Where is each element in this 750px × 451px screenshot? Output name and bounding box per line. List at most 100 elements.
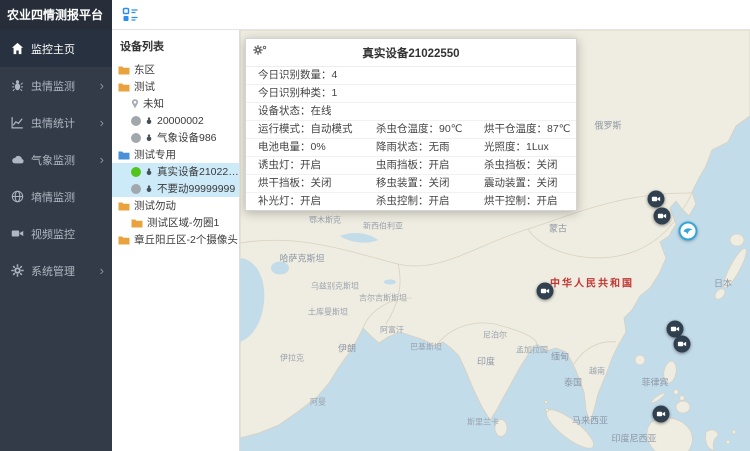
sidebar-item-label: 气象监测 (31, 152, 75, 168)
tree-device-item[interactable]: 气象设备986 (112, 129, 239, 146)
video-monitor-icon (10, 227, 24, 241)
popup-status-cell: 杀虫仓温度：90℃ (364, 121, 472, 139)
sidebar-item[interactable]: 视频监控 (0, 215, 112, 252)
device-marker[interactable] (648, 191, 665, 208)
folder-icon (131, 218, 143, 228)
popup-summary-row: 今日识别数量：4 (246, 67, 576, 85)
settings-icon[interactable] (253, 44, 267, 56)
tree-device-item[interactable]: 20000002 (112, 112, 239, 129)
tree-item-label: 测试 (134, 79, 155, 94)
device-type-icon (145, 117, 153, 125)
home-icon (10, 42, 24, 56)
sidebar-item-label: 虫情监测 (31, 78, 75, 94)
device-status-dot (131, 133, 141, 143)
sidebar-item[interactable]: 虫情监测 › (0, 67, 112, 104)
sidebar: 农业四情测报平台 监控主页虫情监测 › 虫情统计 › 气象监测 › 墒情监测视频监控系统管理… (0, 0, 112, 451)
popup-status-cell: 烘干仓温度：87℃ (472, 121, 576, 139)
map[interactable]: 俄罗斯鄂木斯克新西伯利亚伊尔库茨克哈萨克斯坦乌兹别克斯坦吉尔吉斯斯坦土库曼斯坦伊… (240, 30, 750, 451)
sidebar-item[interactable]: 系统管理 › (0, 252, 112, 289)
tree-item-label: 测试专用 (134, 147, 176, 162)
weather-monitor-icon (10, 153, 24, 167)
tree-item-label: 气象设备986 (157, 130, 217, 145)
sidebar-item-label: 墒情监测 (31, 189, 75, 205)
sidebar-item-label: 视频监控 (31, 226, 75, 242)
device-type-icon (145, 134, 153, 142)
popup-status-cell: 杀虫控制：开启 (364, 193, 472, 210)
chevron-right-icon: › (100, 264, 104, 277)
popup-summary-row: 设备状态：在线 (246, 103, 576, 121)
sidebar-nav: 监控主页虫情监测 › 虫情统计 › 气象监测 › 墒情监测视频监控系统管理 › (0, 30, 112, 289)
sidebar-item[interactable]: 墒情监测 (0, 178, 112, 215)
popup-status-cell: 烘干控制：开启 (472, 193, 576, 210)
tree-folder-item[interactable]: 测试 (112, 78, 239, 95)
tree-device-item[interactable]: 未知 (112, 95, 239, 112)
system-settings-icon (10, 264, 24, 278)
tree-item-label: 20000002 (157, 115, 204, 127)
unknown-pin-icon (131, 99, 139, 109)
chevron-right-icon: › (100, 79, 104, 92)
tree-item-label: 真实设备21022550 (157, 164, 239, 179)
collapse-menu-icon[interactable] (122, 6, 139, 23)
tree-folder-item[interactable]: 章丘阳丘区-2个摄像头 (112, 231, 239, 248)
popup-status-grid: 运行模式：自动模式杀虫仓温度：90℃烘干仓温度：87℃电池电量：0%降雨状态：无… (246, 121, 576, 210)
tree-folder-item[interactable]: 测试勿动 (112, 197, 239, 214)
folder-icon (118, 82, 130, 92)
tree-item-label: 未知 (143, 96, 164, 111)
app-window: 农业四情测报平台 监控主页虫情监测 › 虫情统计 › 气象监测 › 墒情监测视频监控系统管理… (0, 0, 750, 451)
popup-status-cell: 诱虫灯：开启 (246, 157, 364, 175)
tree-item-label: 测试勿动 (134, 198, 176, 213)
popup-status-cell: 降雨状态：无雨 (364, 139, 472, 157)
popup-status-cell: 补光灯：开启 (246, 193, 364, 210)
cluster-marker[interactable] (679, 222, 698, 241)
device-status-dot (131, 167, 141, 177)
device-tree: 东区测试未知 20000002 气象设备986 测试专用真实设备21022550 不要动… (112, 61, 239, 248)
tree-item-label: 不要动99999999 (157, 181, 235, 196)
tree-folder-item[interactable]: 测试区域-勿圈1 (112, 214, 239, 231)
sidebar-item-label: 虫情统计 (31, 115, 75, 131)
folder-icon (118, 235, 130, 245)
device-status-dot (131, 116, 141, 126)
sidebar-item-label: 系统管理 (31, 263, 75, 279)
popup-status-cell: 移虫装置：关闭 (364, 175, 472, 193)
tree-device-item[interactable]: 真实设备21022550 (112, 163, 239, 180)
sidebar-item[interactable]: 虫情统计 › (0, 104, 112, 141)
device-info-popup: 真实设备21022550 今日识别数量：4今日识别种类：1设备状态：在线 运行模… (245, 38, 577, 211)
topbar (112, 0, 750, 30)
device-type-icon (145, 185, 153, 193)
folder-icon (118, 65, 130, 75)
popup-status-cell: 电池电量：0% (246, 139, 364, 157)
insect-stats-icon (10, 116, 24, 130)
popup-summary: 今日识别数量：4今日识别种类：1设备状态：在线 (246, 67, 576, 121)
popup-status-cell: 烘干挡板：关闭 (246, 175, 364, 193)
device-marker[interactable] (674, 336, 691, 353)
device-status-dot (131, 184, 141, 194)
popup-summary-row: 今日识别种类：1 (246, 85, 576, 103)
soil-moisture-icon (10, 190, 24, 204)
device-marker[interactable] (653, 406, 670, 423)
sidebar-item[interactable]: 监控主页 (0, 30, 112, 67)
sidebar-item-label: 监控主页 (31, 41, 75, 57)
tree-folder-item[interactable]: 东区 (112, 61, 239, 78)
device-list-title: 设备列表 (112, 30, 239, 61)
chevron-right-icon: › (100, 116, 104, 129)
popup-status-cell: 震动装置：关闭 (472, 175, 576, 193)
popup-status-cell: 杀虫挡板：关闭 (472, 157, 576, 175)
tree-item-label: 东区 (134, 62, 155, 77)
tree-item-label: 测试区域-勿圈1 (147, 215, 219, 230)
popup-status-cell: 虫雨挡板：开启 (364, 157, 472, 175)
insect-monitor-icon (10, 79, 24, 93)
device-type-icon (145, 168, 153, 176)
folder-icon (118, 150, 130, 160)
popup-title: 真实设备21022550 (246, 39, 576, 67)
tree-device-item[interactable]: 不要动99999999 (112, 180, 239, 197)
app-title: 农业四情测报平台 (0, 0, 112, 30)
folder-icon (118, 201, 130, 211)
device-panel: 设备列表 东区测试未知 20000002 气象设备986 测试专用真实设备210225… (112, 30, 240, 451)
tree-folder-item[interactable]: 测试专用 (112, 146, 239, 163)
device-marker[interactable] (654, 208, 671, 225)
chevron-right-icon: › (100, 153, 104, 166)
popup-status-cell: 光照度：1Lux (472, 139, 576, 157)
device-marker[interactable] (537, 283, 554, 300)
sidebar-item[interactable]: 气象监测 › (0, 141, 112, 178)
tree-item-label: 章丘阳丘区-2个摄像头 (134, 232, 238, 247)
